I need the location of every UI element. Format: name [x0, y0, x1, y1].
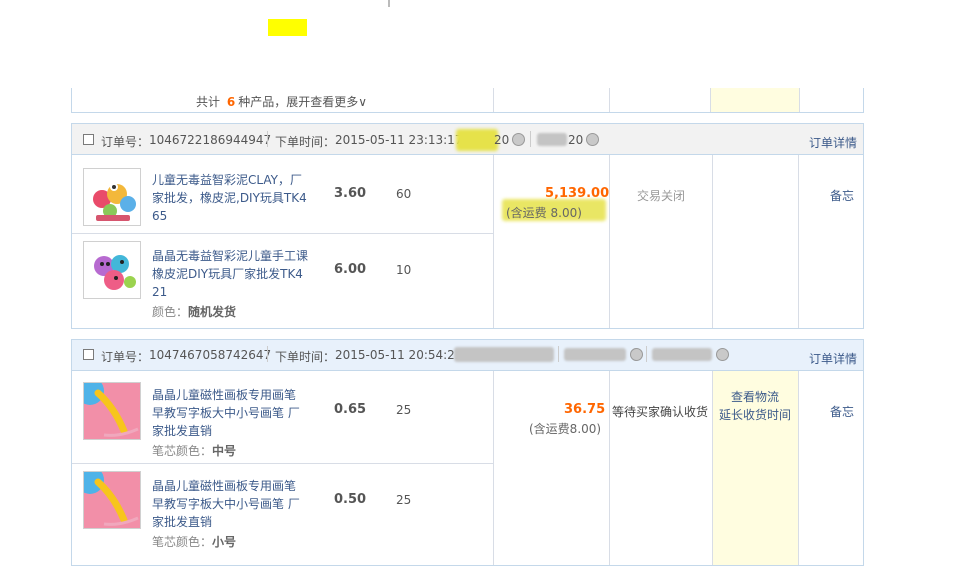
product-count: 6 [226, 95, 236, 109]
highlight-mark [268, 19, 307, 36]
seller-fragment: 20 [568, 133, 584, 147]
order-time-label: 下单时间： [275, 135, 336, 149]
order-total: 36.75 [564, 402, 606, 417]
quantity: 10 [396, 263, 412, 277]
order-checkbox[interactable] [83, 134, 94, 145]
product-spec: 笔芯颜色：小号 [152, 535, 237, 549]
chat-icon[interactable] [716, 348, 729, 361]
order-header: 订单号： 1047467058742647 下单时间： 2015-05-11 2… [72, 340, 863, 371]
scroll-marker [388, 0, 390, 7]
view-logistics-link[interactable]: 查看物流 [731, 388, 779, 405]
product-thumbnail[interactable] [83, 382, 141, 440]
previous-order-tail: 共计 6 种产品，展开查看更多∨ [71, 88, 864, 113]
shipping-fee: (含运费8.00) [529, 422, 602, 436]
redacted-seller [454, 347, 554, 362]
product-thumbnail[interactable] [83, 168, 141, 226]
chat-icon[interactable] [630, 348, 643, 361]
product-title-link[interactable]: 晶晶儿童磁性画板专用画笔 早教写字板大中小号画笔 厂 家批发直销 [152, 386, 322, 440]
product-title-link[interactable]: 晶晶无毒益智彩泥儿童手工课 橡皮泥DIY玩具厂家批发TK4 21 [152, 247, 322, 301]
chat-icon[interactable] [512, 133, 525, 146]
memo-link[interactable]: 备忘 [830, 403, 854, 420]
order-header: 订单号： 1046722186944947 下单时间： 2015-05-11 2… [72, 124, 863, 155]
product-thumbnail[interactable] [83, 241, 141, 299]
expand-products-link[interactable]: 共计 6 种产品，展开查看更多∨ [196, 93, 367, 110]
order-status: 交易关闭 [637, 189, 686, 203]
order-card: 订单号： 1047467058742647 下单时间： 2015-05-11 2… [71, 339, 864, 566]
drawing-pen-image [84, 472, 140, 528]
product-thumbnail[interactable] [83, 471, 141, 529]
quantity: 25 [396, 493, 412, 507]
seller-fragment: 20 [494, 133, 510, 147]
order-detail-link[interactable]: 订单详情 [809, 350, 857, 367]
product-title-link[interactable]: 晶晶儿童磁性画板专用画笔 早教写字板大中小号画笔 厂 家批发直销 [152, 477, 322, 531]
order-time-label: 下单时间： [275, 350, 336, 364]
unit-price: 0.65 [334, 402, 367, 417]
order-card: 订单号： 1046722186944947 下单时间： 2015-05-11 2… [71, 123, 864, 329]
clay-toy-image [93, 183, 136, 221]
highlight-column [710, 88, 800, 112]
order-number: 1047467058742647 [149, 348, 272, 362]
redacted-seller [456, 129, 498, 151]
order-status: 等待买家确认收货 [612, 405, 709, 419]
order-detail-link[interactable]: 订单详情 [809, 134, 857, 151]
chat-icon[interactable] [586, 133, 599, 146]
order-checkbox[interactable] [83, 349, 94, 360]
unit-price: 6.00 [334, 262, 367, 277]
clay-toy-image [94, 255, 136, 290]
drawing-pen-image [84, 383, 140, 439]
product-spec: 笔芯颜色：中号 [152, 444, 237, 458]
quantity: 60 [396, 187, 412, 201]
order-time: 2015-05-11 20:54:22 [335, 348, 463, 362]
shipping-fee: (含运费 8.00) [506, 206, 582, 220]
order-number: 1046722186944947 [149, 133, 272, 147]
extend-receipt-time-link[interactable]: 延长收货时间 [719, 406, 791, 423]
order-number-label: 订单号： [101, 350, 150, 364]
memo-link[interactable]: 备忘 [830, 187, 854, 204]
unit-price: 0.50 [334, 492, 367, 507]
redacted-seller [564, 348, 626, 361]
redacted-seller [652, 348, 712, 361]
product-title-link[interactable]: 儿童无毒益智彩泥CLAY，厂 家批发，橡皮泥,DIY玩具TK4 65 [152, 171, 322, 225]
order-time: 2015-05-11 23:13:17 [335, 133, 463, 147]
quantity: 25 [396, 403, 412, 417]
unit-price: 3.60 [334, 186, 367, 201]
order-number-label: 订单号： [101, 135, 150, 149]
redacted-seller [537, 133, 567, 146]
product-spec: 颜色：随机发货 [152, 305, 237, 319]
